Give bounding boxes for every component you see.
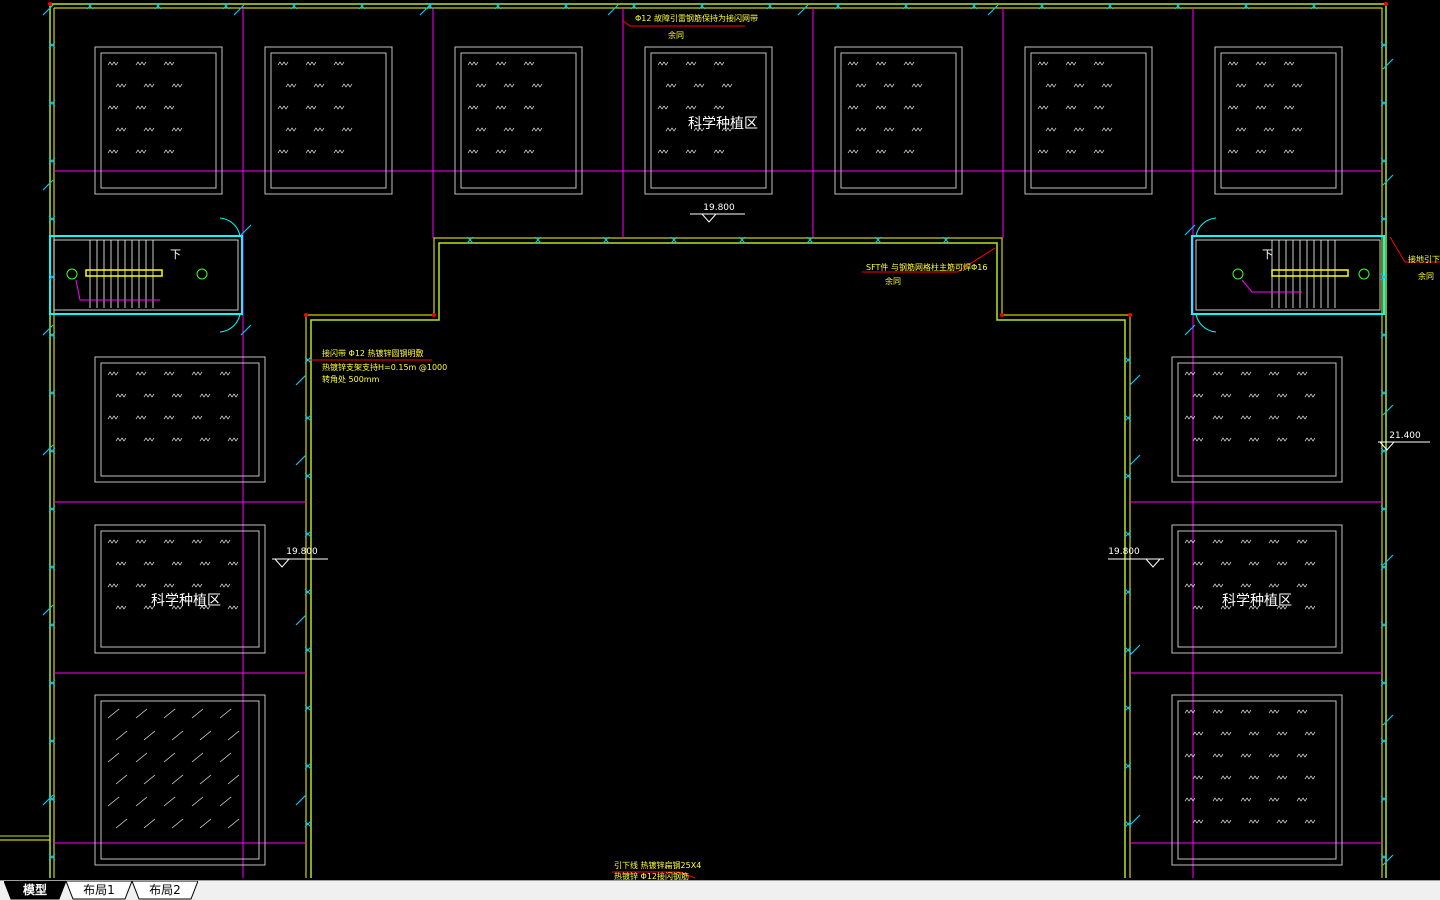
- svg-text:Φ12 故障引雷钢筋保持为接闪网带: Φ12 故障引雷钢筋保持为接闪网带: [635, 13, 758, 23]
- down-conductor-mark: [1382, 554, 1394, 566]
- down-conductor-mark: [1382, 174, 1394, 186]
- down-conductor-mark: [1129, 374, 1141, 386]
- tab-model[interactable]: 模型: [4, 881, 66, 900]
- down-conductor-mark: [1382, 58, 1394, 70]
- outer-wall: [49, 3, 1387, 878]
- svg-text:接地引下线: 接地引下线: [1408, 254, 1440, 264]
- zone-label-right: 科学种植区: [1222, 593, 1292, 609]
- axis-grid-lines: [54, 8, 1382, 878]
- planting-bed: [1171, 524, 1343, 654]
- down-conductor-mark: [42, 4, 54, 16]
- down-conductor-mark: [987, 4, 999, 16]
- cad-drawing-canvas[interactable]: 下下 科学种植区 科学种植区 科学种植区 19.800 19.800 19.80…: [0, 0, 1440, 880]
- stair-well: [1191, 235, 1385, 315]
- annotation-top: Φ12 故障引雷钢筋保持为接闪网带 余同: [621, 13, 758, 40]
- annotation-right: 接地引下线 余同: [1389, 236, 1440, 281]
- planting-bed: [94, 524, 266, 654]
- down-conductor-mark: [797, 4, 809, 16]
- corner-dot: [304, 313, 308, 317]
- corner-dot: [48, 2, 52, 6]
- tab-layout2[interactable]: 布局2: [132, 881, 198, 900]
- down-conductor-mark: [419, 4, 431, 16]
- svg-text:余同: 余同: [1418, 271, 1434, 281]
- stair-down-label: 下: [170, 248, 181, 261]
- svg-text:余同: 余同: [885, 276, 901, 286]
- annotation-left: 接闪带 Φ12 热镀锌圆钢明敷 热镀锌支架支持H=0.15m @1000 转角处…: [309, 348, 447, 384]
- svg-text:SFT件 与钢筋网格柱主筋可焊Φ16: SFT件 与钢筋网格柱主筋可焊Φ16: [866, 262, 987, 272]
- door-swing: [219, 313, 241, 333]
- planting-bed: [834, 46, 963, 195]
- courtyard-wall: [305, 237, 1131, 878]
- down-conductor-mark: [42, 604, 54, 616]
- courtyard-wall-inner: [310, 242, 1126, 878]
- annotation-mid: SFT件 与钢筋网格柱主筋可焊Φ16 余同: [862, 247, 996, 286]
- svg-text:19.800: 19.800: [703, 203, 735, 213]
- svg-text:热镀锌 Φ12接闪钢筋: 热镀锌 Φ12接闪钢筋: [614, 871, 689, 880]
- planting-bed: [94, 694, 266, 866]
- planting-bed: [1214, 46, 1343, 195]
- down-conductor-mark: [295, 374, 307, 386]
- zone-label-left: 科学种植区: [151, 593, 221, 609]
- down-conductor-mark: [1382, 404, 1394, 416]
- down-conductor-mark: [295, 454, 307, 466]
- planting-bed: [264, 46, 393, 195]
- annotation-bottom: 引下线 热镀锌扁钢25X4 热镀锌 Φ12接闪钢筋: [612, 860, 701, 880]
- down-conductor-mark: [1129, 454, 1141, 466]
- door-swing: [219, 217, 241, 237]
- down-conductor-mark: [1129, 814, 1141, 826]
- svg-text:余同: 余同: [668, 30, 684, 40]
- elevation-mark-right: 19.800: [1108, 547, 1164, 568]
- planting-beds: [94, 46, 1343, 866]
- corner-dot: [432, 313, 436, 317]
- planting-bed: [454, 46, 583, 195]
- corner-dot: [1128, 313, 1132, 317]
- corner-dot: [1000, 313, 1004, 317]
- outer-wall-inner: [53, 7, 1383, 878]
- planting-bed: [94, 356, 266, 483]
- down-conductor-mark: [607, 4, 619, 16]
- stair-wells: 下下: [49, 217, 1385, 333]
- door-swing: [1195, 217, 1217, 237]
- corner-dot: [1384, 2, 1388, 6]
- svg-text:引下线 热镀锌扁钢25X4: 引下线 热镀锌扁钢25X4: [614, 860, 701, 870]
- svg-text:21.400: 21.400: [1389, 431, 1421, 441]
- svg-text:热镀锌支架支持H=0.15m @1000: 热镀锌支架支持H=0.15m @1000: [322, 362, 447, 372]
- down-conductor-mark: [1382, 714, 1394, 726]
- stair-well: [49, 235, 243, 315]
- down-conductor-mark: [42, 324, 54, 336]
- zone-label-top: 科学种植区: [688, 116, 758, 132]
- down-conductor-mark: [1129, 644, 1141, 656]
- svg-text:19.800: 19.800: [286, 547, 318, 557]
- planting-bed: [1171, 356, 1343, 483]
- door-swing: [1195, 313, 1217, 333]
- down-conductor-mark: [42, 179, 54, 191]
- tab-layout1[interactable]: 布局1: [66, 881, 132, 900]
- down-conductor-mark: [295, 794, 307, 806]
- svg-text:转角处 500mm: 转角处 500mm: [322, 374, 380, 384]
- down-conductor-mark: [295, 614, 307, 626]
- elevation-mark-left: 19.800: [272, 547, 328, 568]
- stair-down-label: 下: [1262, 248, 1273, 261]
- planting-bed: [94, 46, 223, 195]
- svg-text:接闪带 Φ12 热镀锌圆钢明敷: 接闪带 Φ12 热镀锌圆钢明敷: [322, 348, 424, 358]
- layout-tab-bar: 模型 布局1 布局2: [0, 880, 1440, 900]
- planting-bed: [1171, 694, 1343, 866]
- elevation-mark-top: 19.800: [690, 203, 745, 223]
- planting-bed: [1024, 46, 1153, 195]
- svg-text:19.800: 19.800: [1108, 547, 1140, 557]
